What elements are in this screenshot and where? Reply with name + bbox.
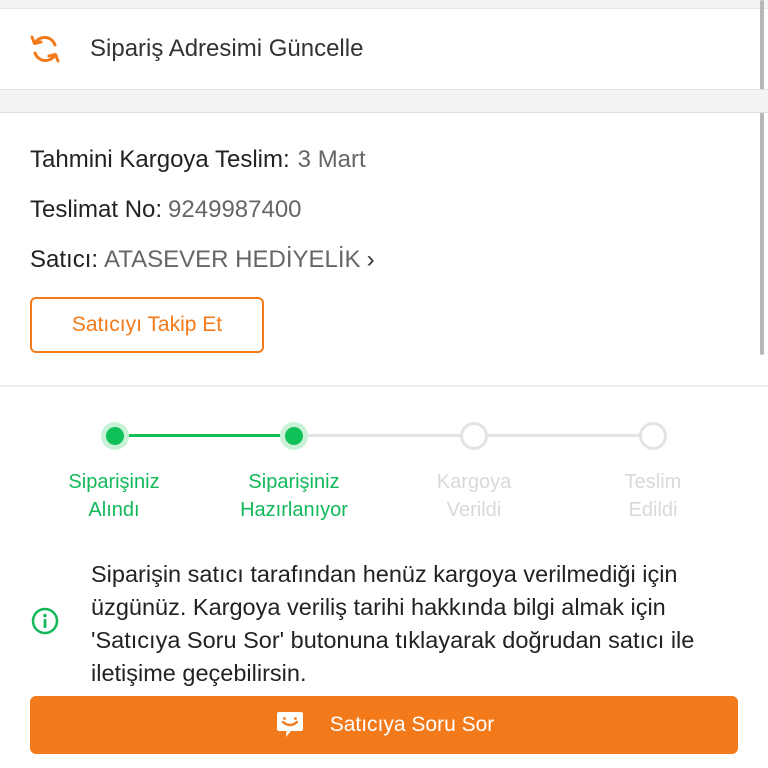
notice-text: Siparişin satıcı tarafından henüz kargoy… [91,561,695,686]
delivery-number-row: Teslimat No: 9249987400 [30,193,302,227]
estimated-delivery-value: 3 Mart [297,146,366,173]
step-label-shipped: Kargoya Verildi [394,468,554,524]
update-address-label: Sipariş Adresimi Güncelle [90,35,364,62]
follow-seller-button[interactable]: Satıcıyı Takip Et [30,297,264,353]
step-label-line: Kargoya [436,471,512,493]
step-label-line: Teslim [624,471,682,493]
ask-seller-button[interactable]: Satıcıya Soru Sor [30,696,738,754]
seller-name-link[interactable]: ATASEVER HEDİYELİK [104,246,361,274]
progress-line-pending [487,434,653,437]
step-label-line: Hazırlanıyor [240,499,348,521]
delivery-number-label: Teslimat No: [30,196,163,223]
progress-line-pending [307,434,473,437]
step-dot-pending [460,422,488,450]
divider [0,385,768,387]
step-label-line: Alındı [88,499,140,521]
top-separator [0,0,768,9]
chat-bubble-icon [274,710,306,740]
order-progress: Siparişiniz Alındı Siparişiniz Hazırlanı… [0,410,768,530]
update-address-row[interactable]: Sipariş Adresimi Güncelle [0,9,760,89]
shipping-notice: Siparişin satıcı tarafından henüz kargoy… [0,556,768,691]
step-dot-completed [280,422,308,450]
step-label-line: Verildi [446,499,502,521]
step-label-line: Edildi [628,499,678,521]
section-separator [0,89,768,113]
step-label-line: Siparişiniz [68,471,160,493]
delivery-number-value: 9249987400 [168,196,302,223]
step-label-preparing: Siparişiniz Hazırlanıyor [214,468,374,524]
seller-row[interactable]: Satıcı: ATASEVER HEDİYELİK › [30,243,375,277]
info-icon [31,607,59,635]
estimated-delivery-row: Tahmini Kargoya Teslim: 3 Mart [30,143,366,177]
progress-line-completed [129,434,294,437]
refresh-icon [28,32,62,66]
seller-label: Satıcı: [30,246,99,273]
chevron-right-icon: › [366,246,375,273]
ask-seller-label: Satıcıya Soru Sor [329,713,495,736]
step-label-delivered: Teslim Edildi [573,468,733,524]
estimated-delivery-label: Tahmini Kargoya Teslim: [30,146,290,173]
step-dot-completed [101,422,129,450]
step-dot-pending [639,422,667,450]
step-label-received: Siparişiniz Alındı [34,468,194,524]
step-label-line: Siparişiniz [248,471,340,493]
scrollbar[interactable] [760,0,764,355]
